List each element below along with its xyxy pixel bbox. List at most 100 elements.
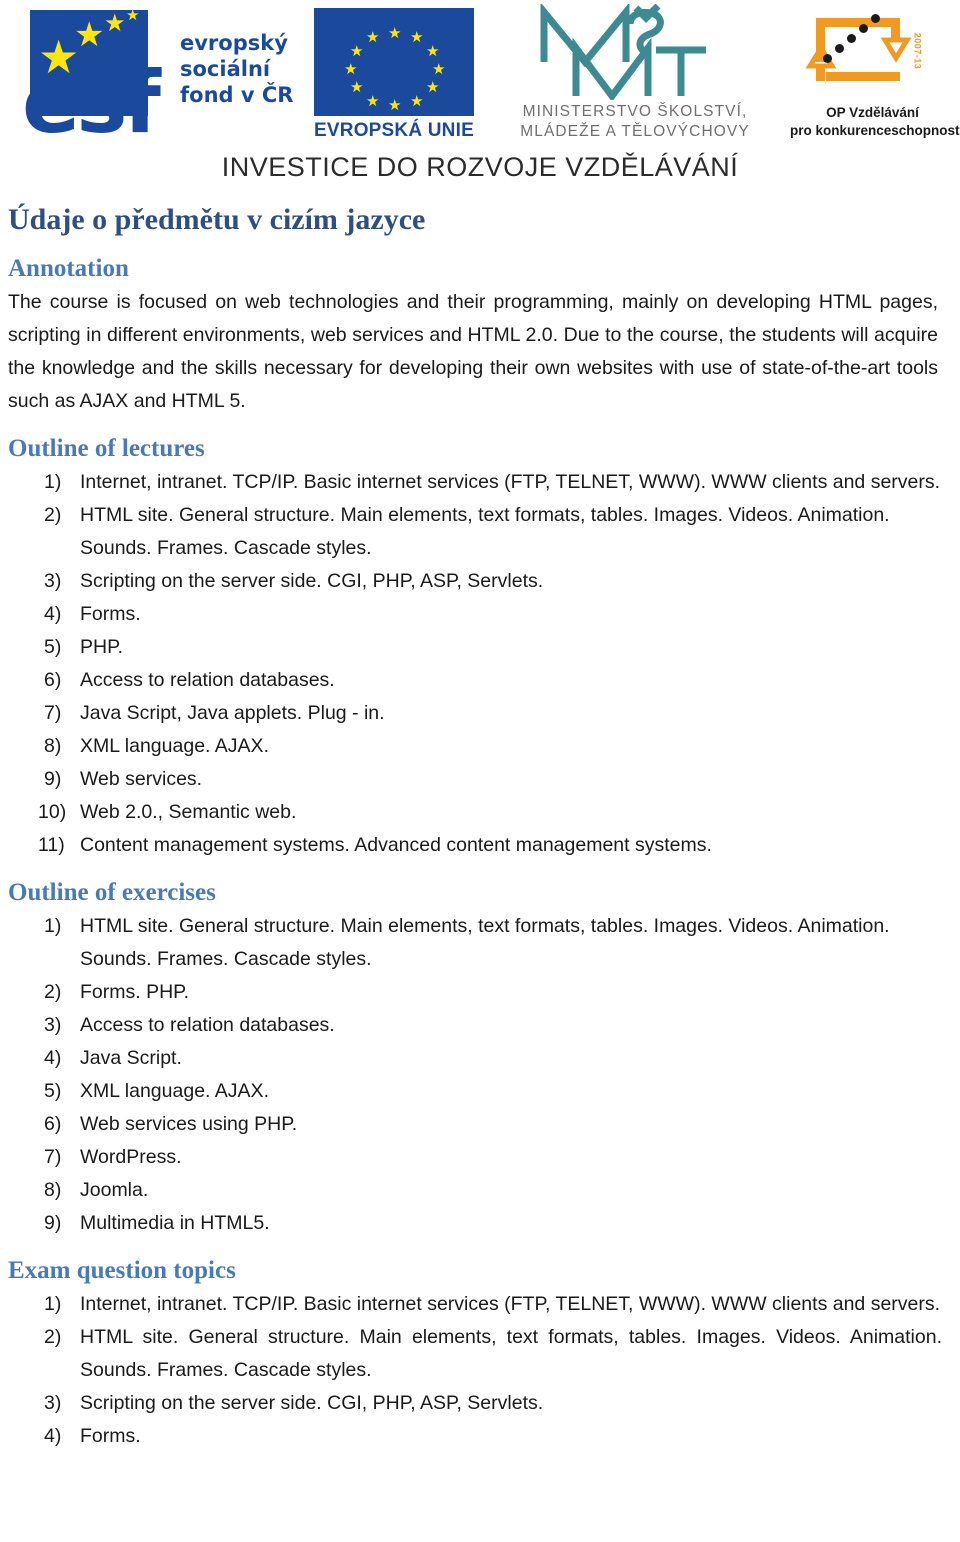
- list-item-marker: 6): [44, 1113, 62, 1135]
- list-item-marker: 3): [44, 570, 62, 592]
- list-item-marker: 1): [44, 471, 62, 493]
- list-item-marker: 4): [44, 1047, 62, 1069]
- esf-star-small: ★: [104, 10, 126, 37]
- page-title: Údaje o předmětu v cizím jazyce: [8, 203, 426, 236]
- op-dot: [823, 54, 832, 63]
- list-item-text: Forms.: [80, 1425, 141, 1447]
- list-item-marker: 7): [44, 1146, 62, 1168]
- eu-star: ★: [426, 43, 440, 60]
- op-dot: [847, 34, 856, 43]
- list-item-text: Content management systems. Advanced con…: [80, 834, 712, 856]
- list-item-text: WordPress.: [80, 1146, 182, 1168]
- list-item: 3) Access to relation databases.: [8, 1009, 942, 1042]
- list-item-marker: 3): [44, 1392, 62, 1414]
- outline-of-exercises-heading: Outline of exercises: [8, 879, 216, 906]
- eu-flag: ★ ★ ★ ★ ★ ★ ★ ★ ★ ★ ★ ★: [314, 8, 474, 116]
- eu-star: ★: [350, 43, 364, 60]
- list-item-text: HTML site. General structure. Main eleme…: [80, 504, 890, 559]
- list-item-text: Joomla.: [80, 1179, 149, 1201]
- list-item-marker: 9): [44, 768, 62, 790]
- list-item-marker: 2): [44, 504, 62, 526]
- list-item: 6) Access to relation databases.: [8, 664, 942, 697]
- op-vzdelavani-logo: 2007-13 OP Vzdělávání pro konkurencescho…: [790, 6, 960, 148]
- list-item-text: Web services.: [80, 768, 203, 790]
- eu-star: ★: [344, 61, 358, 78]
- list-item-text: Multimedia in HTML5.: [80, 1212, 270, 1234]
- list-item-text: XML language. AJAX.: [80, 1080, 269, 1102]
- eu-star: ★: [426, 79, 440, 96]
- list-item: 2) HTML site. General structure. Main ele…: [8, 1321, 942, 1387]
- list-item-marker: 9): [44, 1212, 62, 1234]
- list-item: 8) XML language. AJAX.: [8, 730, 942, 763]
- list-item: 5) XML language. AJAX.: [8, 1075, 942, 1108]
- list-item-marker: 4): [44, 603, 62, 625]
- eu-star: ★: [350, 79, 364, 96]
- esf-logo: ★ ★ ★ ★ esf evropský sociální fond v ČR: [22, 6, 312, 146]
- eu-star: ★: [410, 29, 424, 46]
- list-item-marker: 2): [44, 1326, 62, 1348]
- list-item: 7) WordPress.: [8, 1141, 942, 1174]
- document-body: Údaje o předmětu v cizím jazyce Annotati…: [0, 202, 960, 1453]
- list-item-marker: 5): [44, 1080, 62, 1102]
- list-item-marker: 10): [38, 801, 67, 823]
- list-item-text: Internet, intranet. TCP/IP. Basic intern…: [80, 1293, 941, 1315]
- list-item-marker: 2): [44, 981, 62, 1003]
- list-item-text: Forms. PHP.: [80, 981, 190, 1003]
- eu-star: ★: [388, 97, 402, 114]
- list-item: 9) Multimedia in HTML5.: [8, 1207, 942, 1240]
- msmt-caption-line2: MLÁDEŽE A TĚLOVÝCHOVY: [520, 123, 750, 140]
- msmt-caption-line1: MINISTERSTVO ŠKOLSTVÍ,: [522, 103, 748, 120]
- outline-of-lectures-list: 1) Internet, intranet. TCP/IP. Basic inte…: [8, 466, 942, 862]
- list-item: 9) Web services.: [8, 763, 942, 796]
- list-item-text: Web 2.0., Semantic web.: [80, 801, 297, 823]
- outline-of-lectures-heading: Outline of lectures: [8, 435, 205, 462]
- list-item: 10) Web 2.0., Semantic web.: [8, 796, 942, 829]
- esf-star-tiny: ★: [126, 7, 140, 24]
- list-item-marker: 6): [44, 669, 62, 691]
- list-item-text: Internet, intranet. TCP/IP. Basic intern…: [80, 471, 941, 493]
- list-item-marker: 7): [44, 702, 62, 724]
- list-item: 4) Forms.: [8, 1420, 942, 1453]
- list-item-text: PHP.: [80, 636, 123, 658]
- list-item: 8) Joomla.: [8, 1174, 942, 1207]
- msmt-logo-mark: [530, 2, 730, 102]
- eu-star: ★: [366, 93, 380, 110]
- esf-caption-line1: evropský: [180, 31, 288, 55]
- list-item: 2) Forms. PHP.: [8, 976, 942, 1009]
- annotation-paragraph: The course is focused on web technologie…: [8, 291, 938, 412]
- list-item-marker: 1): [44, 915, 62, 937]
- op-caption: OP Vzdělávání pro konkurenceschopnost: [790, 104, 960, 140]
- header-logo-strip: ★ ★ ★ ★ esf evropský sociální fond v ČR …: [0, 0, 960, 182]
- list-item-text: Web services using PHP.: [80, 1113, 298, 1135]
- op-caption-line2: pro konkurenceschopnost: [790, 123, 960, 138]
- esf-caption-line3: fond v ČR: [180, 83, 294, 107]
- list-item: 3) Scripting on the server side. CGI, PHP…: [8, 565, 942, 598]
- list-item-marker: 8): [44, 735, 62, 757]
- list-item-text: XML language. AJAX.: [80, 735, 269, 757]
- list-item: 4) Forms.: [8, 598, 942, 631]
- esf-star-medium: ★: [74, 16, 105, 54]
- outline-of-exercises-list: 1) HTML site. General structure. Main ele…: [8, 910, 942, 1240]
- list-item: 5) PHP.: [8, 631, 942, 664]
- list-item-marker: 3): [44, 1014, 62, 1036]
- list-item: 2) HTML site. General structure. Main ele…: [8, 499, 942, 565]
- list-item: 1) Internet, intranet. TCP/IP. Basic inte…: [8, 1288, 942, 1321]
- msmt-logo: MINISTERSTVO ŠKOLSTVÍ, MLÁDEŽE A TĚLOVÝC…: [500, 2, 770, 149]
- exam-question-topics-heading: Exam question topics: [8, 1257, 236, 1284]
- list-item-marker: 1): [44, 1293, 62, 1315]
- list-item-marker: 5): [44, 636, 62, 658]
- eu-star: ★: [410, 93, 424, 110]
- exam-question-topics-list: 1) Internet, intranet. TCP/IP. Basic inte…: [8, 1288, 942, 1453]
- esf-caption: evropský sociální fond v ČR: [180, 30, 293, 108]
- op-dot: [871, 14, 880, 23]
- op-years-label: 2007-13: [912, 32, 923, 70]
- list-item-text: Forms.: [80, 603, 141, 625]
- eu-star: ★: [366, 29, 380, 46]
- esf-caption-line2: sociální: [180, 57, 271, 81]
- eu-star: ★: [432, 61, 446, 78]
- list-item: 4) Java Script.: [8, 1042, 942, 1075]
- list-item: 1) Internet, intranet. TCP/IP. Basic inte…: [8, 466, 942, 499]
- list-item-text: Scripting on the server side. CGI, PHP, …: [80, 1392, 544, 1414]
- eu-flag-logo: ★ ★ ★ ★ ★ ★ ★ ★ ★ ★ ★ ★ EVROPSKÁ UNIE: [308, 8, 480, 148]
- list-item: 6) Web services using PHP.: [8, 1108, 942, 1141]
